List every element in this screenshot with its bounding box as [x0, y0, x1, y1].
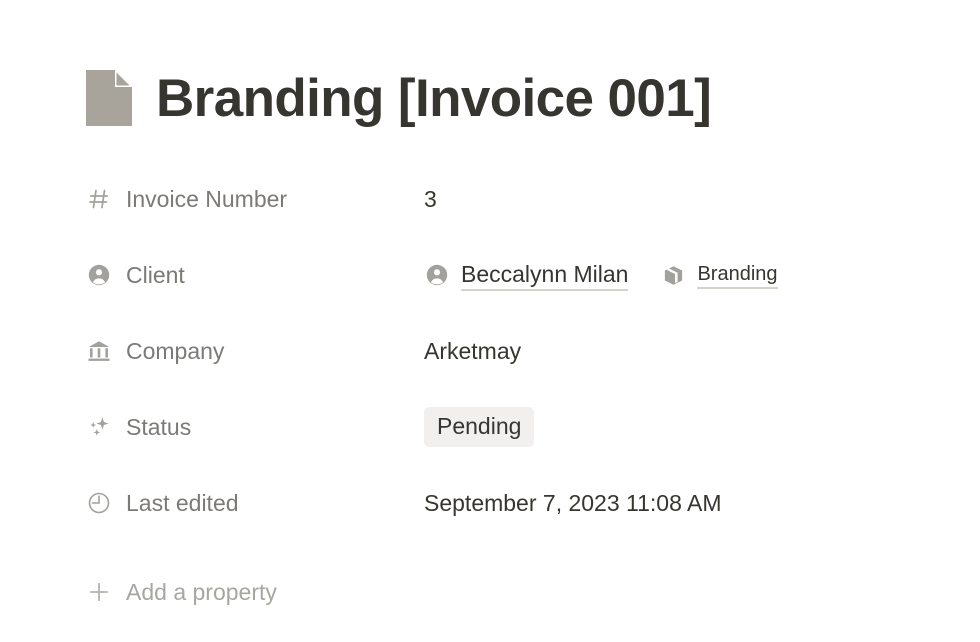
person-circle-icon [424, 262, 450, 288]
notion-page: Branding [Invoice 001] Invoice Number 3 [0, 0, 980, 642]
property-row-invoice-number: Invoice Number 3 [86, 182, 946, 258]
property-label-last-edited[interactable]: Last edited [86, 486, 424, 520]
property-label-text: Invoice Number [126, 186, 288, 212]
property-label-text: Client [126, 262, 185, 288]
relation-chip-person-label: Beccalynn Milan [461, 259, 629, 291]
relation-chip-project[interactable]: Branding [660, 261, 778, 289]
property-value-invoice-number[interactable]: 3 [424, 182, 437, 216]
sparkles-icon [86, 414, 112, 440]
property-value-company[interactable]: Arketmay [424, 334, 521, 368]
clock-icon [86, 490, 112, 516]
company-value: Arketmay [424, 338, 522, 364]
relation-chip-project-label: Branding [697, 261, 778, 289]
property-value-client: Beccalynn Milan Branding [424, 258, 778, 292]
document-page-icon[interactable] [86, 70, 132, 126]
bank-building-icon [86, 338, 112, 364]
page-header: Branding [Invoice 001] [86, 52, 712, 144]
property-label-status[interactable]: Status [86, 410, 424, 444]
property-label-client[interactable]: Client [86, 258, 424, 292]
status-badge: Pending [424, 407, 535, 447]
relation-chip-list: Beccalynn Milan Branding [424, 259, 778, 291]
property-label-company[interactable]: Company [86, 334, 424, 368]
property-row-status: Status Pending [86, 407, 946, 486]
last-edited-value: September 7, 2023 11:08 AM [424, 490, 722, 516]
property-value-status[interactable]: Pending [424, 407, 535, 447]
hash-icon [86, 186, 112, 212]
person-circle-icon [86, 262, 112, 288]
property-label-invoice-number[interactable]: Invoice Number [86, 182, 424, 216]
property-row-company: Company Arketmay [86, 334, 946, 410]
property-row-last-edited: Last edited September 7, 2023 11:08 AM [86, 486, 946, 562]
plus-icon [86, 579, 112, 605]
relation-chip-person[interactable]: Beccalynn Milan [424, 259, 629, 291]
property-row-client: Client Beccalynn Milan Branding [86, 258, 946, 334]
property-label-text: Last edited [126, 490, 239, 516]
page-title[interactable]: Branding [Invoice 001] [156, 72, 712, 125]
add-property-label: Add a property [126, 579, 277, 605]
property-list: Invoice Number 3 Client Beccalynn Milan … [86, 182, 946, 622]
cube-box-icon [660, 262, 686, 288]
property-label-text: Company [126, 338, 225, 364]
property-value-last-edited: September 7, 2023 11:08 AM [424, 486, 722, 520]
invoice-number-value: 3 [424, 186, 437, 212]
add-property-button[interactable]: Add a property [86, 562, 946, 622]
property-label-text: Status [126, 414, 192, 440]
